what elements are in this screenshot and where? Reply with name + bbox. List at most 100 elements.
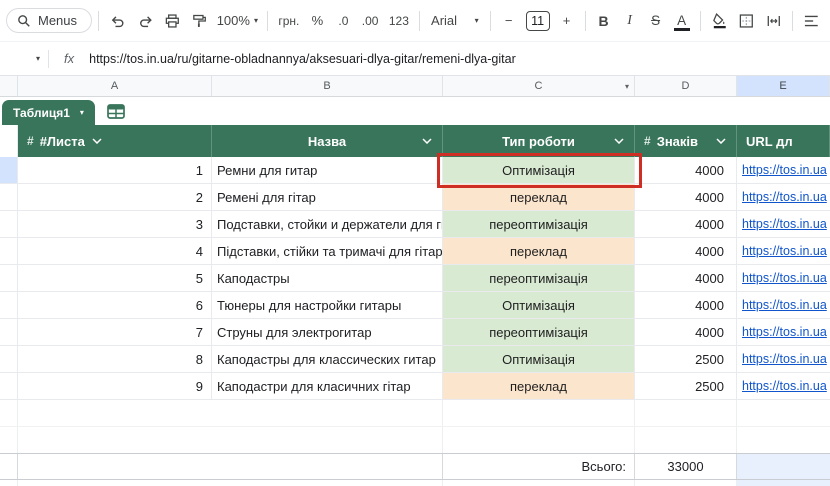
- grid-cell[interactable]: [212, 454, 443, 479]
- italic-button[interactable]: I: [618, 7, 642, 35]
- work-type-cell[interactable]: Оптимізація: [443, 292, 635, 318]
- chars-cell[interactable]: 4000: [635, 184, 737, 210]
- corner-box[interactable]: [0, 76, 18, 96]
- currency-format-button[interactable]: грн.: [274, 7, 303, 35]
- decrease-decimal-button[interactable]: .0: [331, 7, 355, 35]
- chars-cell[interactable]: 4000: [635, 292, 737, 318]
- increase-decimal-button[interactable]: .00: [357, 7, 382, 35]
- total-label-cell[interactable]: Всього:: [443, 454, 635, 479]
- empty-sheet-row[interactable]: [0, 427, 830, 453]
- filter-chevron-icon[interactable]: [422, 138, 432, 144]
- chars-cell[interactable]: 2500: [635, 346, 737, 372]
- url-link[interactable]: https://tos.in.ua: [742, 271, 827, 285]
- sheet-number-cell[interactable]: 5: [18, 265, 212, 291]
- table-header-url[interactable]: URL дл: [737, 125, 830, 157]
- grid-cell[interactable]: [18, 454, 212, 479]
- row-header-strip-cell[interactable]: [0, 184, 18, 210]
- work-type-cell[interactable]: переклад: [443, 184, 635, 210]
- sheet-number-cell[interactable]: 9: [18, 373, 212, 399]
- work-type-cell[interactable]: переоптимізація: [443, 319, 635, 345]
- name-cell[interactable]: Каподастры: [212, 265, 443, 291]
- url-link[interactable]: https://tos.in.ua: [742, 244, 827, 258]
- row-header-strip-cell[interactable]: [0, 373, 18, 399]
- row-header-strip-cell[interactable]: [0, 265, 18, 291]
- name-cell[interactable]: Ремни для гитар: [212, 157, 443, 183]
- row-header-strip-cell[interactable]: [0, 157, 18, 183]
- paint-format-button[interactable]: [187, 7, 212, 35]
- table-tab[interactable]: Таблиця1 ▾: [2, 100, 95, 125]
- filter-chevron-icon[interactable]: [716, 138, 726, 144]
- strikethrough-button[interactable]: S: [644, 7, 668, 35]
- bold-button[interactable]: B: [592, 7, 616, 35]
- chars-cell[interactable]: 4000: [635, 157, 737, 183]
- url-link[interactable]: https://tos.in.ua: [742, 163, 827, 177]
- url-link[interactable]: https://tos.in.ua: [742, 379, 827, 393]
- url-link[interactable]: https://tos.in.ua: [742, 190, 827, 204]
- url-cell[interactable]: https://tos.in.ua: [737, 211, 830, 237]
- name-cell[interactable]: Підставки, стійки та тримачі для гітари: [212, 238, 443, 264]
- row-header-strip-cell[interactable]: [0, 211, 18, 237]
- name-cell[interactable]: Каподастры для классических гитар: [212, 346, 443, 372]
- decrease-font-size-button[interactable]: −: [497, 7, 521, 35]
- font-family-dropdown[interactable]: Arial▾: [426, 7, 484, 35]
- column-header-b[interactable]: B: [212, 76, 443, 96]
- fill-color-button[interactable]: [707, 7, 733, 35]
- filter-chevron-icon[interactable]: [92, 138, 102, 144]
- undo-button[interactable]: [105, 7, 131, 35]
- chars-cell[interactable]: 4000: [635, 211, 737, 237]
- table-options-button[interactable]: [104, 100, 128, 122]
- url-cell[interactable]: https://tos.in.ua: [737, 346, 830, 372]
- name-box[interactable]: ▾: [0, 54, 48, 63]
- chars-cell[interactable]: 2500: [635, 373, 737, 399]
- url-cell[interactable]: https://tos.in.ua: [737, 265, 830, 291]
- more-formats-button[interactable]: 123: [385, 7, 413, 35]
- redo-button[interactable]: [133, 7, 159, 35]
- url-link[interactable]: https://tos.in.ua: [742, 352, 827, 366]
- increase-font-size-button[interactable]: +: [555, 7, 579, 35]
- row-header-strip-cell[interactable]: [0, 319, 18, 345]
- row-header-strip[interactable]: [0, 125, 18, 157]
- row-header-strip-cell[interactable]: [0, 238, 18, 264]
- url-cell[interactable]: https://tos.in.ua: [737, 238, 830, 264]
- font-size-input[interactable]: 11: [526, 11, 550, 31]
- work-type-cell[interactable]: переоптимізація: [443, 265, 635, 291]
- sheet-number-cell[interactable]: 4: [18, 238, 212, 264]
- url-cell[interactable]: https://tos.in.ua: [737, 319, 830, 345]
- row-header-strip-cell[interactable]: [0, 292, 18, 318]
- url-cell[interactable]: https://tos.in.ua: [737, 184, 830, 210]
- name-cell[interactable]: Тюнеры для настройки гитары: [212, 292, 443, 318]
- name-cell[interactable]: Ремені для гітар: [212, 184, 443, 210]
- column-dropdown-icon[interactable]: ▾: [625, 82, 629, 91]
- sheet-number-cell[interactable]: 1: [18, 157, 212, 183]
- column-header-a[interactable]: A: [18, 76, 212, 96]
- chars-cell[interactable]: 4000: [635, 238, 737, 264]
- chars-cell[interactable]: 4000: [635, 319, 737, 345]
- table-header-work-type[interactable]: Тип роботи: [443, 125, 635, 157]
- grid-cell[interactable]: [737, 454, 830, 479]
- filter-chevron-icon[interactable]: [614, 138, 624, 144]
- empty-sheet-row[interactable]: [0, 400, 830, 427]
- work-type-cell[interactable]: переклад: [443, 238, 635, 264]
- url-cell[interactable]: https://tos.in.ua: [737, 292, 830, 318]
- column-header-d[interactable]: D: [635, 76, 737, 96]
- column-header-c[interactable]: C ▾: [443, 76, 635, 96]
- table-header-sheet-number[interactable]: # #Листа: [18, 125, 212, 157]
- zoom-dropdown[interactable]: 100%▾: [213, 7, 261, 35]
- menus-search-button[interactable]: Menus: [6, 8, 92, 33]
- sheet-number-cell[interactable]: 6: [18, 292, 212, 318]
- column-header-e[interactable]: E: [737, 76, 830, 96]
- name-cell[interactable]: Каподастри для класичних гітар: [212, 373, 443, 399]
- url-link[interactable]: https://tos.in.ua: [742, 298, 827, 312]
- formula-input[interactable]: https://tos.in.ua/ru/gitarne-obladnannya…: [89, 52, 516, 66]
- url-cell[interactable]: https://tos.in.ua: [737, 373, 830, 399]
- work-type-cell[interactable]: переоптимізація: [443, 211, 635, 237]
- work-type-cell[interactable]: переклад: [443, 373, 635, 399]
- url-cell[interactable]: https://tos.in.ua: [737, 157, 830, 183]
- row-header-strip-cell[interactable]: [0, 454, 18, 479]
- merge-cells-button[interactable]: [761, 7, 787, 35]
- sheet-number-cell[interactable]: 2: [18, 184, 212, 210]
- url-link[interactable]: https://tos.in.ua: [742, 325, 827, 339]
- sheet-number-cell[interactable]: 3: [18, 211, 212, 237]
- horizontal-align-button[interactable]: [799, 7, 824, 35]
- total-value-cell[interactable]: 33000: [635, 454, 737, 479]
